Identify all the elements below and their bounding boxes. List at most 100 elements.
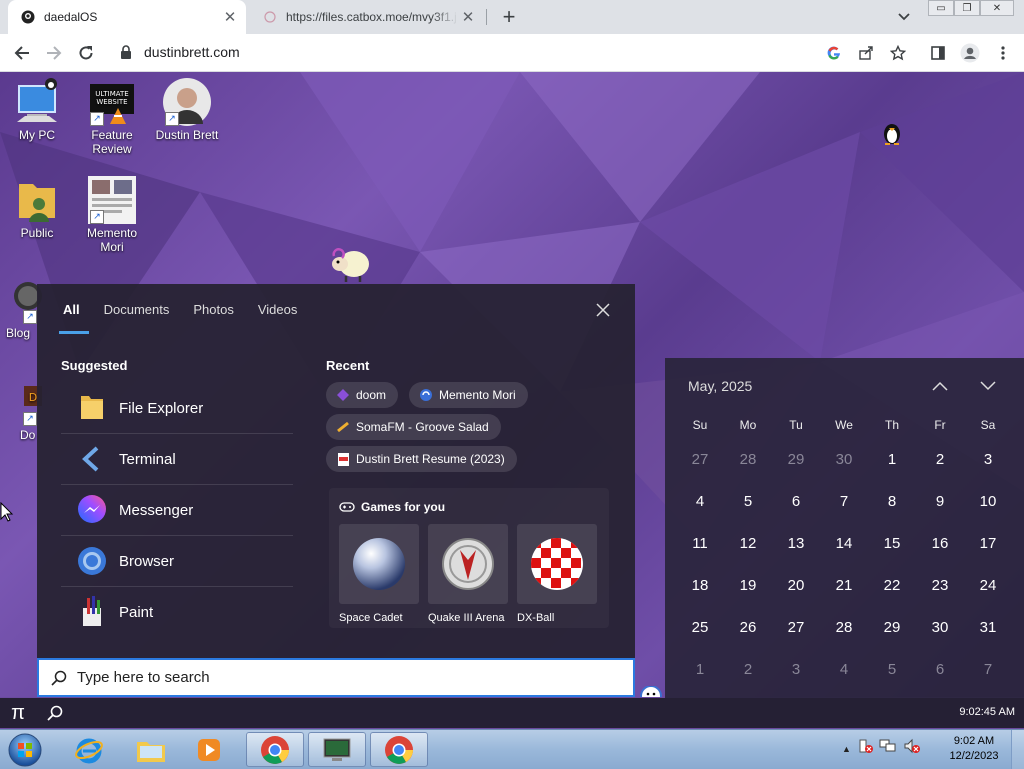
suggested-messenger[interactable]: Messenger bbox=[61, 485, 293, 536]
tab-documents[interactable]: Documents bbox=[92, 302, 182, 320]
recent-memento-mori[interactable]: Memento Mori bbox=[409, 382, 528, 408]
calendar-day[interactable]: 17 bbox=[964, 535, 1012, 552]
calendar-day[interactable]: 25 bbox=[676, 619, 724, 636]
suggested-file-explorer[interactable]: File Explorer bbox=[61, 383, 293, 434]
tab-catbox[interactable]: https://files.catbox.moe/mvy3f1.j ✕ bbox=[250, 0, 484, 34]
game-quake-3[interactable]: Quake III Arena bbox=[428, 524, 508, 624]
calendar-day[interactable]: 13 bbox=[772, 535, 820, 552]
calendar-day[interactable]: 28 bbox=[820, 619, 868, 636]
calendar-day[interactable]: 4 bbox=[820, 661, 868, 678]
next-month-chevron-down-icon[interactable] bbox=[977, 376, 999, 396]
calendar-day[interactable]: 19 bbox=[724, 577, 772, 594]
volume-muted-icon[interactable] bbox=[903, 738, 921, 759]
close-tab-icon[interactable]: ✕ bbox=[458, 7, 478, 27]
close-search-button[interactable] bbox=[593, 300, 613, 320]
calendar-day[interactable]: 3 bbox=[964, 451, 1012, 468]
daedalos-start-button[interactable]: π bbox=[3, 701, 33, 725]
chrome-icon[interactable] bbox=[246, 732, 304, 767]
lock-icon[interactable] bbox=[118, 44, 134, 60]
calendar-day[interactable]: 23 bbox=[916, 577, 964, 594]
calendar-day[interactable]: 1 bbox=[868, 451, 916, 468]
windows-clock[interactable]: 9:02 AM 12/2/2023 bbox=[944, 734, 1004, 764]
calendar-day[interactable]: 30 bbox=[916, 619, 964, 636]
calendar-day[interactable]: 30 bbox=[820, 451, 868, 468]
desktop-icon-public[interactable]: Public bbox=[1, 176, 73, 240]
calendar-month-title[interactable]: May, 2025 bbox=[688, 378, 752, 394]
calendar-day[interactable]: 29 bbox=[772, 451, 820, 468]
tab-all[interactable]: All bbox=[51, 302, 92, 334]
suggested-terminal[interactable]: Terminal bbox=[61, 434, 293, 485]
network-icon[interactable] bbox=[879, 738, 897, 759]
suggested-browser[interactable]: Browser bbox=[61, 536, 293, 587]
desktop-icon-my-pc[interactable]: My PC bbox=[1, 78, 73, 142]
calendar-day[interactable]: 26 bbox=[724, 619, 772, 636]
calendar-day[interactable]: 18 bbox=[676, 577, 724, 594]
calendar-day[interactable]: 21 bbox=[820, 577, 868, 594]
remote-desktop-icon[interactable] bbox=[308, 732, 366, 767]
calendar-day[interactable]: 31 bbox=[964, 619, 1012, 636]
calendar-day[interactable]: 10 bbox=[964, 493, 1012, 510]
profile-avatar-icon[interactable] bbox=[957, 41, 983, 65]
calendar-day[interactable]: 5 bbox=[724, 493, 772, 510]
suggested-paint[interactable]: Paint bbox=[61, 587, 293, 637]
forward-arrow-icon[interactable] bbox=[41, 41, 67, 65]
tab-videos[interactable]: Videos bbox=[246, 302, 310, 320]
side-panel-icon[interactable] bbox=[925, 41, 951, 65]
calendar-day[interactable]: 1 bbox=[676, 661, 724, 678]
calendar-day[interactable]: 2 bbox=[724, 661, 772, 678]
show-hidden-icons-chevron-icon[interactable]: ▲ bbox=[842, 744, 851, 754]
start-search-box[interactable] bbox=[37, 658, 635, 697]
calendar-day[interactable]: 29 bbox=[868, 619, 916, 636]
media-player-icon[interactable] bbox=[180, 732, 238, 767]
address-bar[interactable]: dustinbrett.com bbox=[108, 38, 926, 66]
new-tab-button[interactable]: + bbox=[497, 4, 521, 29]
recent-somafm[interactable]: SomaFM - Groove Salad bbox=[326, 414, 501, 440]
google-icon[interactable] bbox=[821, 41, 847, 65]
tab-photos[interactable]: Photos bbox=[181, 302, 245, 320]
recent-doom[interactable]: doom bbox=[326, 382, 399, 408]
calendar-day[interactable]: 14 bbox=[820, 535, 868, 552]
show-desktop-button[interactable] bbox=[1011, 730, 1024, 769]
close-tab-icon[interactable]: ✕ bbox=[220, 7, 240, 27]
desktop-icon-feature-review[interactable]: ULTIMATE WEBSITE ↗ Feature Review bbox=[76, 78, 148, 156]
calendar-day[interactable]: 27 bbox=[676, 451, 724, 468]
minimize-button[interactable]: ▭ bbox=[928, 0, 954, 16]
game-space-cadet[interactable]: Space Cadet bbox=[339, 524, 419, 624]
share-icon[interactable] bbox=[853, 41, 879, 65]
desktop-icon-dustin-brett[interactable]: ↗ Dustin Brett bbox=[151, 78, 223, 142]
calendar-day[interactable]: 11 bbox=[676, 535, 724, 552]
action-center-icon[interactable] bbox=[857, 738, 873, 759]
calendar-day[interactable]: 8 bbox=[868, 493, 916, 510]
calendar-day[interactable]: 27 bbox=[772, 619, 820, 636]
windows-start-button[interactable] bbox=[6, 732, 44, 768]
explorer-icon[interactable] bbox=[122, 732, 180, 767]
game-dx-ball[interactable]: DX-Ball bbox=[517, 524, 597, 624]
restore-button[interactable]: ❐ bbox=[954, 0, 980, 16]
taskbar-search-icon[interactable] bbox=[40, 701, 70, 725]
tab-search-chevron-icon[interactable] bbox=[893, 7, 915, 27]
calendar-day[interactable]: 28 bbox=[724, 451, 772, 468]
calendar-day[interactable]: 5 bbox=[868, 661, 916, 678]
calendar-day[interactable]: 4 bbox=[676, 493, 724, 510]
more-menu-icon[interactable] bbox=[990, 41, 1016, 65]
ie-icon[interactable] bbox=[60, 732, 118, 767]
calendar-day[interactable]: 7 bbox=[820, 493, 868, 510]
calendar-day[interactable]: 6 bbox=[916, 661, 964, 678]
calendar-day[interactable]: 20 bbox=[772, 577, 820, 594]
calendar-day[interactable]: 24 bbox=[964, 577, 1012, 594]
search-input[interactable] bbox=[75, 668, 619, 687]
window-close-button[interactable]: ✕ bbox=[980, 0, 1014, 16]
recent-resume[interactable]: Dustin Brett Resume (2023) bbox=[326, 446, 517, 472]
calendar-day[interactable]: 2 bbox=[916, 451, 964, 468]
tab-daedalos[interactable]: daedalOS ✕ bbox=[8, 0, 246, 34]
desktop-icon-memento-mori[interactable]: ↗ Memento Mori bbox=[76, 176, 148, 254]
daedalos-clock[interactable]: 9:02:45 AM bbox=[959, 706, 1015, 718]
calendar-day[interactable]: 15 bbox=[868, 535, 916, 552]
chrome-icon[interactable] bbox=[370, 732, 428, 767]
calendar-day[interactable]: 7 bbox=[964, 661, 1012, 678]
back-arrow-icon[interactable] bbox=[9, 41, 35, 65]
calendar-day[interactable]: 12 bbox=[724, 535, 772, 552]
previous-month-chevron-up-icon[interactable] bbox=[929, 376, 951, 396]
calendar-day[interactable]: 16 bbox=[916, 535, 964, 552]
calendar-day[interactable]: 6 bbox=[772, 493, 820, 510]
